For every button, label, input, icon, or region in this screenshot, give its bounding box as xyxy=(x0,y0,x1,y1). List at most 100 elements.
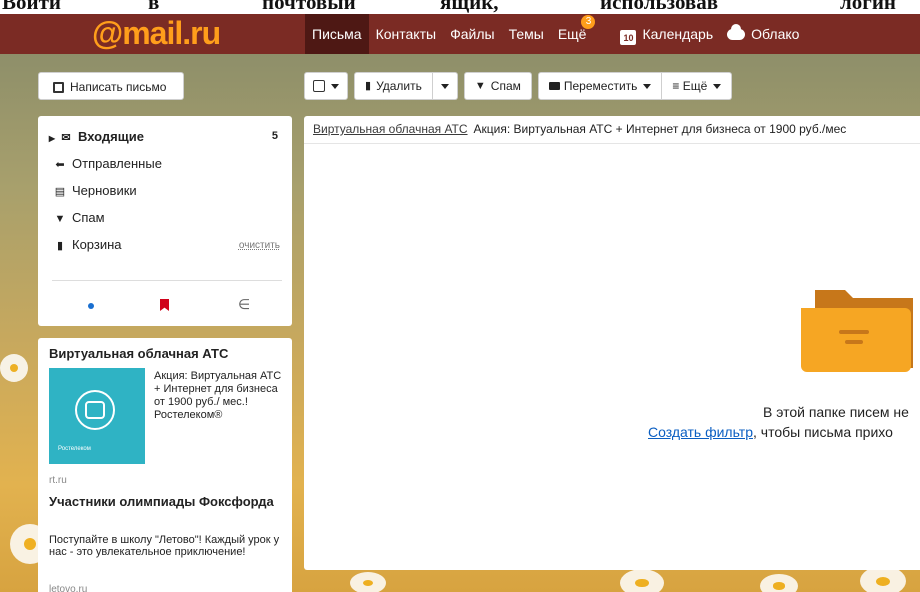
delete-button[interactable]: ▮ Удалить xyxy=(354,72,433,100)
move-button[interactable]: Переместить xyxy=(537,72,663,100)
folder-list-panel: ▶ ✉ Входящие 5 ⬅ Отправленные ▤ Черновики ▼ С… xyxy=(38,116,292,326)
rostelecom-logo: Ростелеком xyxy=(58,446,91,452)
daisy-decoration xyxy=(620,569,664,592)
delete-label: Удалить xyxy=(376,79,422,93)
nav-contacts-label: Контакты xyxy=(375,26,437,42)
daisy-decoration xyxy=(0,354,28,382)
create-filter-hint: Создать фильтр, чтобы письма прихо xyxy=(648,424,893,440)
ad-domain: rt.ru xyxy=(49,475,67,486)
ad-title[interactable]: Виртуальная облачная АТС xyxy=(49,346,228,361)
calendar-icon: 10 xyxy=(620,30,637,45)
chevron-down-icon xyxy=(643,83,652,89)
attachment-filter-icon[interactable]: ∈ xyxy=(238,296,250,313)
create-filter-rest: , чтобы письма прихо xyxy=(753,424,893,440)
select-all-dropdown[interactable] xyxy=(304,72,348,100)
more-button[interactable]: ≡ Ещё xyxy=(662,72,733,100)
empty-folder-icon xyxy=(801,290,913,372)
nav-letters[interactable]: Письма xyxy=(305,14,369,54)
folder-spam[interactable]: ▼ Спам xyxy=(54,210,105,225)
document-caption-strip: Войти в почтовый ящик, использовав логин xyxy=(0,0,920,14)
spam-button[interactable]: ▼ Спам xyxy=(463,72,532,100)
ad-title[interactable]: Участники олимпиады Фоксфорда xyxy=(49,494,279,510)
main-nav: Письма Контакты Файлы Темы Ещё 3 10 Календ… xyxy=(305,14,806,54)
folder-sent-label: Отправленные xyxy=(72,156,162,171)
nav-themes[interactable]: Темы xyxy=(502,14,551,54)
compose-label: Написать письмо xyxy=(70,80,167,94)
reply-arrow-icon: ⬅ xyxy=(55,159,65,171)
move-more-group: Переместить ≡ Ещё xyxy=(537,72,733,100)
folder-trash-label: Корзина xyxy=(72,237,122,252)
nav-files[interactable]: Файлы xyxy=(443,14,501,54)
nav-more-label: Ещё xyxy=(557,26,587,42)
clean-trash-link[interactable]: очистить xyxy=(239,240,280,251)
nav-themes-label: Темы xyxy=(508,26,544,42)
message-toolbar: ▮ Удалить ▼ Спам Переместить ≡ Ещё xyxy=(304,72,733,100)
nav-cloud[interactable]: Облако xyxy=(720,14,806,54)
caption-word: Войти xyxy=(2,0,62,14)
caption-word: почтовый xyxy=(262,0,356,14)
trash-icon: ▮ xyxy=(56,240,64,252)
mail-ru-logo[interactable]: @mail.ru xyxy=(92,15,221,52)
divider xyxy=(304,143,920,144)
divider xyxy=(52,280,282,281)
promo-subject: Акция: Виртуальная АТС + Интернет для би… xyxy=(473,122,847,136)
nav-more[interactable]: Ещё 3 xyxy=(551,14,596,54)
flagged-filter-icon[interactable] xyxy=(160,299,169,311)
ad-text[interactable]: Акция: Виртуальная АТС + Интернет для би… xyxy=(154,370,284,422)
folder-spam-label: Спам xyxy=(72,210,105,225)
caption-word: в xyxy=(148,0,160,14)
move-label: Переместить xyxy=(563,79,638,93)
folder-icon xyxy=(548,82,560,90)
daisy-decoration xyxy=(760,574,798,592)
thumbs-down-icon: ▼ xyxy=(54,213,66,225)
promo-sender: Виртуальная облачная АТС xyxy=(313,122,468,136)
ad-image[interactable]: Ростелеком xyxy=(49,368,145,464)
nav-cloud-label: Облако xyxy=(751,26,800,42)
caption-word: использовав xyxy=(600,0,719,14)
folder-drafts-label: Черновики xyxy=(72,183,137,198)
inbox-unread-count: 5 xyxy=(271,130,278,142)
phone-icon xyxy=(85,401,105,419)
chevron-down-icon xyxy=(713,83,722,89)
expand-triangle-icon: ▶ xyxy=(48,134,56,143)
unread-filter-icon[interactable] xyxy=(88,303,94,309)
nav-files-label: Файлы xyxy=(450,26,495,42)
folder-inbox-label: Входящие xyxy=(78,129,144,144)
nav-contacts[interactable]: Контакты xyxy=(369,14,443,54)
folder-inbox[interactable]: ▶ ✉ Входящие xyxy=(48,129,144,144)
empty-folder-message: В этой папке писем не xyxy=(763,404,909,420)
notification-badge: 3 xyxy=(581,15,596,29)
envelope-icon: ✉ xyxy=(61,132,71,144)
document-icon: ▤ xyxy=(54,186,66,198)
promo-row[interactable]: Виртуальная облачная АТС Акция: Виртуальн… xyxy=(313,122,846,136)
page: Войти в почтовый ящик, использовав логин… xyxy=(0,0,920,592)
folder-trash[interactable]: ▮ Корзина xyxy=(54,237,122,252)
message-list-area: Виртуальная облачная АТС Акция: Виртуальн… xyxy=(304,116,920,570)
nav-letters-label: Письма xyxy=(312,26,362,42)
cloud-icon xyxy=(727,24,746,40)
more-label: ≡ Ещё xyxy=(672,79,708,93)
pen-icon xyxy=(53,82,64,93)
advertising-panel: Виртуальная облачная АТС Ростелеком Акци… xyxy=(38,338,292,592)
ad-domain: letovo.ru xyxy=(49,584,88,592)
checkbox-icon xyxy=(313,80,325,92)
spam-label: Спам xyxy=(490,79,521,93)
delete-dropdown[interactable] xyxy=(432,72,458,100)
compose-button[interactable]: Написать письмо xyxy=(38,72,184,100)
chevron-down-icon xyxy=(440,83,449,89)
trash-icon: ▮ xyxy=(365,80,372,92)
chevron-down-icon xyxy=(331,83,339,89)
folder-sent[interactable]: ⬅ Отправленные xyxy=(54,156,162,171)
folder-drafts[interactable]: ▤ Черновики xyxy=(54,183,137,198)
top-navigation-bar: @mail.ru Письма Контакты Файлы Темы Ещё 3… xyxy=(0,14,920,54)
ad-text[interactable]: Поступайте в школу "Летово"! Каждый урок… xyxy=(49,534,285,558)
caption-word: логин xyxy=(840,0,897,14)
thumbs-down-icon: ▼ xyxy=(474,80,486,92)
daisy-decoration xyxy=(350,572,386,592)
delete-split-button: ▮ Удалить xyxy=(354,72,458,100)
caption-word: ящик, xyxy=(440,0,499,14)
create-filter-link[interactable]: Создать фильтр xyxy=(648,424,753,440)
nav-calendar-label: Календарь xyxy=(642,26,714,42)
nav-calendar[interactable]: 10 Календарь xyxy=(613,14,720,54)
